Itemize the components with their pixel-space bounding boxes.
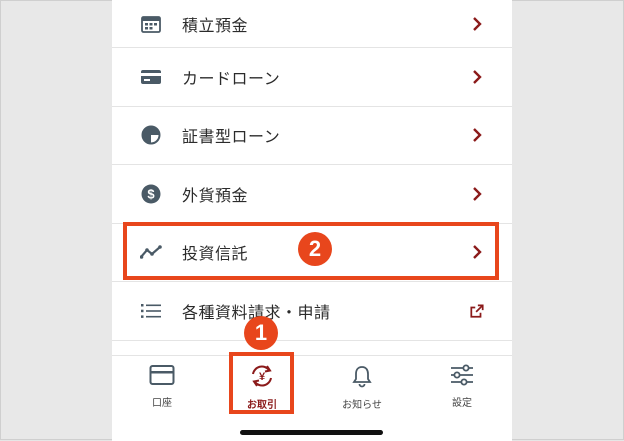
bell-icon xyxy=(350,364,374,392)
tab-label: 口座 xyxy=(152,398,172,409)
bottom-tab-bar: 口座 ¥ お取引 お知らせ 設定 xyxy=(112,355,512,441)
home-indicator xyxy=(240,430,383,435)
step-badge-2: 2 xyxy=(298,232,332,266)
menu-item-certificate-loan[interactable]: 証書型ローン xyxy=(112,107,512,165)
menu-item-card-loan[interactable]: カードローン xyxy=(112,48,512,107)
step-badge-1: 1 xyxy=(244,316,278,350)
chevron-right-icon xyxy=(470,69,484,84)
calendar-icon xyxy=(140,13,162,35)
external-link-icon xyxy=(470,304,484,318)
sliders-icon xyxy=(449,364,475,390)
chevron-right-icon xyxy=(470,128,484,143)
chevron-right-icon xyxy=(470,16,484,31)
menu-item-document-request[interactable]: 各種資料請求・申請 xyxy=(112,282,512,341)
tab-notifications[interactable]: お知らせ xyxy=(322,364,402,414)
menu-item-savings[interactable]: 積立預金 xyxy=(112,0,512,48)
tab-account[interactable]: 口座 xyxy=(122,364,202,414)
tab-label: 設定 xyxy=(452,398,472,409)
half-circle-icon xyxy=(140,124,162,146)
tab-settings[interactable]: 設定 xyxy=(422,364,502,414)
tab-label: お知らせ xyxy=(342,400,382,411)
chevron-right-icon xyxy=(470,186,484,201)
card-outline-icon xyxy=(149,364,175,390)
menu-item-foreign-deposit[interactable]: $ 外貨預金 xyxy=(112,165,512,224)
menu-item-label: 外貨預金 xyxy=(182,185,249,205)
transaction-menu: 積立預金 カードローン 証書型ローン $ 外貨預金 投資信託 各種資料請求・申請 xyxy=(112,0,512,362)
menu-item-label: カードローン xyxy=(182,68,281,88)
list-icon xyxy=(140,300,162,322)
menu-item-label: 証書型ローン xyxy=(182,127,281,147)
svg-text:$: $ xyxy=(147,186,155,201)
highlight-transactions-tab xyxy=(229,352,294,414)
card-icon xyxy=(140,66,162,88)
dollar-circle-icon: $ xyxy=(140,183,162,205)
menu-item-label: 積立預金 xyxy=(182,15,249,35)
